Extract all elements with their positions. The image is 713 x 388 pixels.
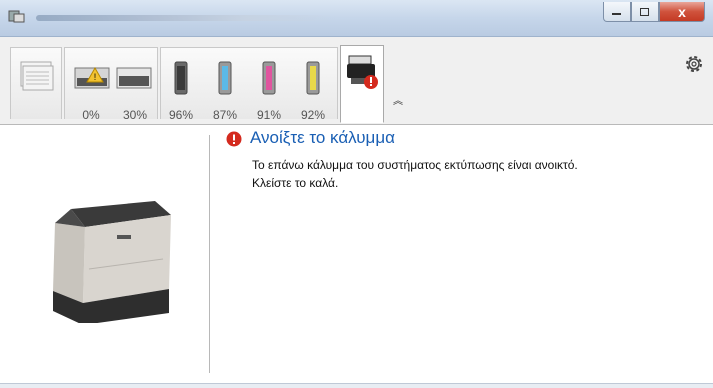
status-message: Το επάνω κάλυμμα του συστήματος εκτύπωση… xyxy=(252,156,578,192)
toner-magenta-icon xyxy=(262,61,276,95)
toner-black-icon xyxy=(174,61,188,95)
collapse-chevron-icon[interactable]: ︽ xyxy=(393,92,403,107)
tab-paper[interactable] xyxy=(10,47,62,119)
gear-icon[interactable] xyxy=(683,53,705,75)
tray2-percent: 30% xyxy=(122,108,148,122)
maximize-icon xyxy=(640,7,649,16)
tab-trays[interactable]: ! 0% 30% xyxy=(64,47,158,122)
close-button[interactable]: x xyxy=(659,2,705,22)
error-icon xyxy=(226,131,242,147)
status-line-2: Κλείστε το καλά. xyxy=(252,176,339,190)
tab-printer-status[interactable] xyxy=(340,45,384,123)
minimize-icon xyxy=(612,12,621,15)
svg-text:!: ! xyxy=(94,72,97,82)
tab-toner[interactable]: 96% 87% 91% 92% xyxy=(160,47,338,122)
maximize-button[interactable] xyxy=(631,2,659,22)
toner-magenta-percent: 91% xyxy=(256,108,282,122)
app-icon xyxy=(8,10,25,23)
tray1-percent: 0% xyxy=(82,108,100,122)
toner-cyan-icon xyxy=(218,61,232,95)
window-bottom-edge xyxy=(0,383,713,388)
window-title xyxy=(36,15,336,21)
printer-error-icon xyxy=(347,55,378,89)
toner-cyan-percent: 87% xyxy=(212,108,238,122)
printer-image xyxy=(53,201,171,323)
title-bar: x xyxy=(0,0,713,37)
status-title: Ανοίξτε το κάλυμμα xyxy=(250,128,395,147)
toner-black-percent: 96% xyxy=(168,108,194,122)
toner-icons xyxy=(174,61,320,95)
toner-yellow-percent: 92% xyxy=(300,108,326,122)
toner-yellow-icon xyxy=(306,61,320,95)
status-panel: Ανοίξτε το κάλυμμα Το επάνω κάλυμμα του … xyxy=(0,125,713,383)
close-icon: x xyxy=(678,3,686,20)
paper-stack-icon xyxy=(20,61,54,91)
minimize-button[interactable] xyxy=(603,2,631,22)
panel-divider xyxy=(209,135,210,373)
toolbar: ! 0% 30% 96% 87% 91% 92% ︽ xyxy=(0,37,713,125)
paper-tray-icon: ! xyxy=(74,66,152,89)
status-line-1: Το επάνω κάλυμμα του συστήματος εκτύπωση… xyxy=(252,158,578,172)
